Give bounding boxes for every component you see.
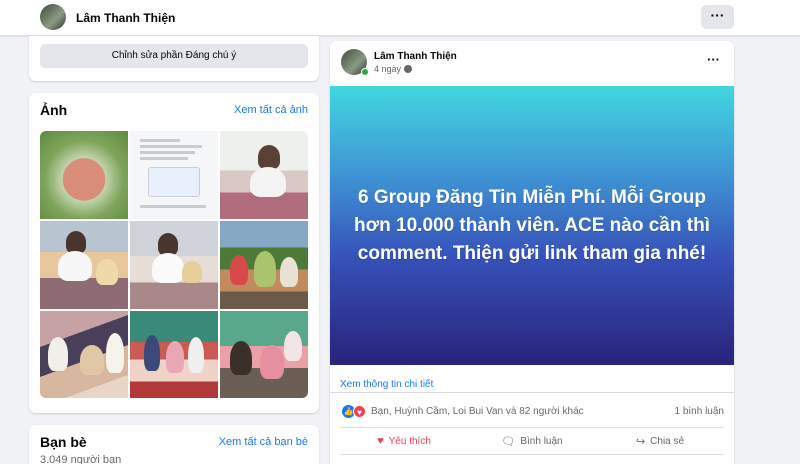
photo-thumbnail[interactable] [220,221,308,309]
photo-thumbnail[interactable] [130,311,218,398]
photos-title: Ảnh [40,102,68,118]
top-profile-bar: Lâm Thanh Thiện ··· [0,0,800,36]
speech-bubble-icon: 🗨 [501,435,516,448]
post-text-banner[interactable]: 6 Group Đăng Tin Miễn Phí. Mỗi Group hơn… [330,86,734,365]
photo-thumbnail[interactable] [220,311,308,398]
see-details-bar: Xem thông tin chi tiết [330,365,734,393]
edit-featured-button[interactable]: Chỉnh sửa phần Đáng chú ý [40,44,308,68]
post-time-text: 4 ngày [374,64,402,74]
comment-button[interactable]: 🗨 Bình luận [468,428,596,454]
friends-title: Bạn bè [40,434,87,450]
see-all-friends-link[interactable]: Xem tất cả bạn bè [219,436,308,448]
post-actions: ♥ Yêu thích 🗨 Bình luận ↪ Chia sẻ [340,427,724,455]
like-button[interactable]: ♥ Yêu thích [340,428,468,454]
photo-thumbnail[interactable] [40,311,128,398]
post-card: Lâm Thanh Thiện 4 ngày ··· 6 Group Đăng … [330,41,734,464]
post-author-name[interactable]: Lâm Thanh Thiện [374,51,457,62]
photo-thumbnail[interactable] [40,131,128,219]
photos-card: Ảnh Xem tất cả ảnh [29,93,319,413]
comment-count[interactable]: 1 bình luận [675,406,725,417]
friends-count: 3.049 người bạn [40,454,122,464]
heart-icon: ♥ [377,435,384,447]
post-timestamp[interactable]: 4 ngày [374,64,413,74]
see-all-photos-link[interactable]: Xem tất cả ảnh [234,104,308,116]
photo-thumbnail[interactable] [220,131,308,219]
more-options-button[interactable]: ··· [701,5,734,29]
heart-icon: ♥ [353,405,366,418]
online-status-dot [361,68,369,76]
reactions-summary: 👍 ♥ Bạn, Huỳnh Cầm, Loi Bui Van và 82 ng… [342,405,724,419]
post-more-button[interactable]: ··· [707,52,720,67]
like-label: Yêu thích [388,435,431,447]
reactions-people[interactable]: Bạn, Huỳnh Cầm, Loi Bui Van và 82 người … [371,406,584,417]
share-arrow-icon: ↪ [635,435,646,448]
comment-label: Bình luận [520,435,563,447]
globe-icon [404,65,413,73]
photo-thumbnail[interactable] [130,131,218,219]
featured-card: Chỉnh sửa phần Đáng chú ý [29,36,319,81]
share-button[interactable]: ↪ Chia sẻ [596,428,724,454]
share-label: Chia sẻ [650,435,685,447]
photo-thumbnail[interactable] [130,221,218,309]
photo-grid [40,131,308,398]
photo-thumbnail[interactable] [40,221,128,309]
post-text: 6 Group Đăng Tin Miễn Phí. Mỗi Group hơn… [354,186,710,264]
profile-name[interactable]: Lâm Thanh Thiện [76,11,175,25]
see-details-link[interactable]: Xem thông tin chi tiết [340,379,433,390]
profile-avatar[interactable] [40,4,66,30]
friends-card: Bạn bè Xem tất cả bạn bè 3.049 người bạn [29,425,319,464]
